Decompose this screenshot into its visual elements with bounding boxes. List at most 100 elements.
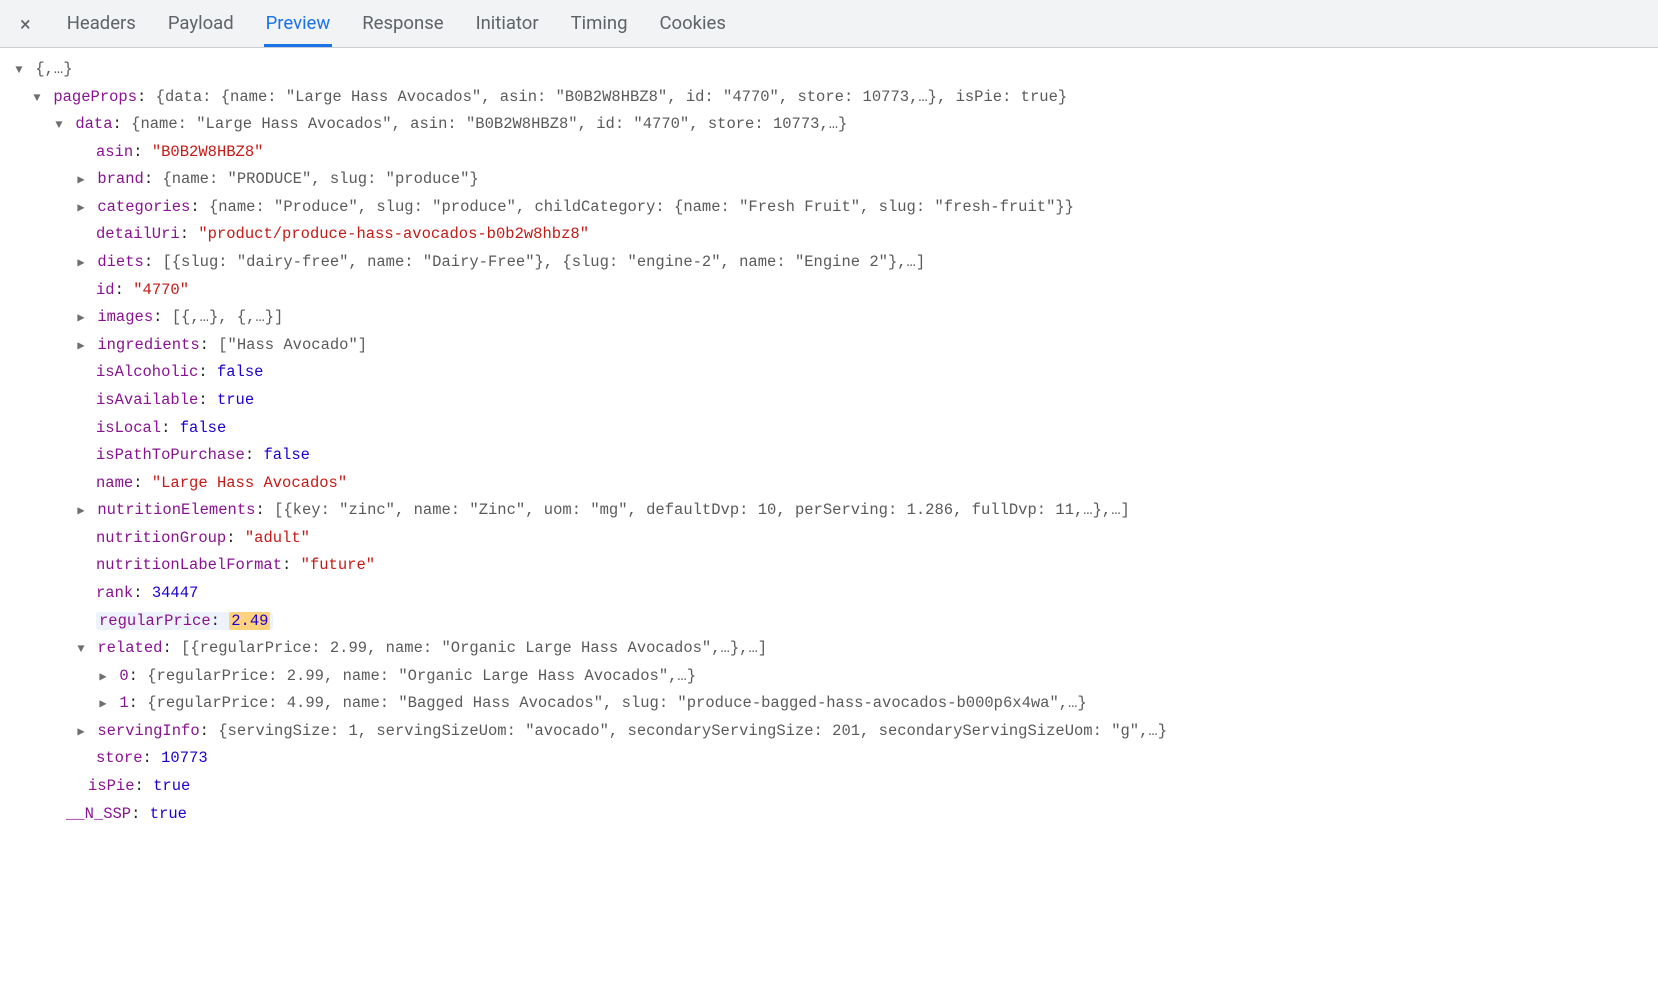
json-value: 10773 [161,749,208,767]
json-key: 0 [119,667,128,685]
tab-preview[interactable]: Preview [264,6,333,47]
tree-row[interactable]: 0: {regularPrice: 2.99, name: "Organic L… [12,663,1646,691]
json-preview: {name: "PRODUCE", slug: "produce"} [162,170,478,188]
json-value: "adult" [245,529,310,547]
json-key: nutritionGroup [96,529,226,547]
json-key: detailUri [96,225,180,243]
tree-row[interactable]: servingInfo: {servingSize: 1, servingSiz… [12,718,1646,746]
tree-row[interactable]: images: [{,…}, {,…}] [12,304,1646,332]
json-key: rank [96,584,133,602]
json-key: isAvailable [96,391,198,409]
json-key: ingredients [97,336,199,354]
close-icon[interactable]: × [14,8,37,46]
disclosure-triangle-icon[interactable] [74,722,88,743]
tree-row[interactable]: rank: 34447 [12,580,1646,608]
json-value-highlighted: 2.49 [229,612,270,630]
disclosure-triangle-icon[interactable] [74,308,88,329]
tree-row[interactable]: 1: {regularPrice: 4.99, name: "Bagged Ha… [12,690,1646,718]
tree-row[interactable]: id: "4770" [12,277,1646,305]
json-key: diets [97,253,144,271]
tree-row[interactable]: nutritionElements: [{key: "zinc", name: … [12,497,1646,525]
tree-row[interactable]: brand: {name: "PRODUCE", slug: "produce"… [12,166,1646,194]
tree-row[interactable]: name: "Large Hass Avocados" [12,470,1646,498]
json-key: isPie [88,777,135,795]
tree-row[interactable]: isLocal: false [12,415,1646,443]
json-key: pageProps [53,88,137,106]
tab-headers[interactable]: Headers [65,6,138,47]
tree-row[interactable]: isPie: true [12,773,1646,801]
json-key: data [75,115,112,133]
tree-row[interactable]: categories: {name: "Produce", slug: "pro… [12,194,1646,222]
json-value: "future" [301,556,375,574]
tree-row[interactable]: nutritionGroup: "adult" [12,525,1646,553]
json-preview: {name: "Produce", slug: "produce", child… [209,198,1074,216]
tree-row[interactable]: isAvailable: true [12,387,1646,415]
json-key: asin [96,143,133,161]
disclosure-triangle-icon[interactable] [52,115,66,136]
json-key: 1 [119,694,128,712]
json-preview: [{regularPrice: 2.99, name: "Organic Lar… [181,639,767,657]
json-preview: {data: {name: "Large Hass Avocados", asi… [156,88,1068,106]
json-key: id [96,281,115,299]
tab-payload[interactable]: Payload [166,6,236,47]
json-tree: {,…} pageProps: {data: {name: "Large Has… [0,48,1658,848]
tab-cookies[interactable]: Cookies [658,6,728,47]
tree-row[interactable]: isPathToPurchase: false [12,442,1646,470]
json-preview: {regularPrice: 2.99, name: "Organic Larg… [147,667,696,685]
json-key: images [97,308,153,326]
json-key: nutritionLabelFormat [96,556,282,574]
tab-timing[interactable]: Timing [569,6,630,47]
json-value: "4770" [133,281,189,299]
tree-row[interactable]: pageProps: {data: {name: "Large Hass Avo… [12,84,1646,112]
json-value: false [180,419,227,437]
json-key: isAlcoholic [96,363,198,381]
disclosure-triangle-icon[interactable] [74,336,88,357]
tree-row[interactable]: ingredients: ["Hass Avocado"] [12,332,1646,360]
json-value: "product/produce-hass-avocados-b0b2w8hbz… [198,225,589,243]
json-preview: {regularPrice: 4.99, name: "Bagged Hass … [147,694,1086,712]
disclosure-triangle-icon[interactable] [74,253,88,274]
json-key: __N_SSP [66,805,131,823]
tab-initiator[interactable]: Initiator [474,6,541,47]
json-key: isLocal [96,419,161,437]
json-value: true [217,391,254,409]
tree-row[interactable]: nutritionLabelFormat: "future" [12,552,1646,580]
devtools-tabbar: × Headers Payload Preview Response Initi… [0,0,1658,48]
tree-row[interactable]: asin: "B0B2W8HBZ8" [12,139,1646,167]
json-value: false [217,363,264,381]
tree-row[interactable]: {,…} [12,56,1646,84]
tab-response[interactable]: Response [360,6,445,47]
tree-row[interactable]: regularPrice: 2.49 [12,608,1646,636]
json-preview: {servingSize: 1, servingSizeUom: "avocad… [218,722,1167,740]
json-preview: [{key: "zinc", name: "Zinc", uom: "mg", … [274,501,1130,519]
tree-row[interactable]: isAlcoholic: false [12,359,1646,387]
json-value: true [150,805,187,823]
disclosure-triangle-icon[interactable] [96,694,110,715]
json-key: servingInfo [97,722,199,740]
json-preview: {name: "Large Hass Avocados", asin: "B0B… [131,115,847,133]
tree-row[interactable]: __N_SSP: true [12,801,1646,829]
json-preview: [{slug: "dairy-free", name: "Dairy-Free"… [162,253,925,271]
disclosure-triangle-icon[interactable] [74,639,88,660]
json-key: related [97,639,162,657]
root-summary: {,…} [35,60,72,78]
json-key: isPathToPurchase [96,446,245,464]
disclosure-triangle-icon[interactable] [74,198,88,219]
tree-row[interactable]: data: {name: "Large Hass Avocados", asin… [12,111,1646,139]
tree-row[interactable]: diets: [{slug: "dairy-free", name: "Dair… [12,249,1646,277]
tree-row[interactable]: detailUri: "product/produce-hass-avocado… [12,221,1646,249]
json-value: "B0B2W8HBZ8" [152,143,264,161]
json-value: "Large Hass Avocados" [152,474,347,492]
json-key: regularPrice [99,612,211,630]
disclosure-triangle-icon[interactable] [30,88,44,109]
disclosure-triangle-icon[interactable] [12,60,26,81]
disclosure-triangle-icon[interactable] [96,667,110,688]
tree-row[interactable]: related: [{regularPrice: 2.99, name: "Or… [12,635,1646,663]
json-key: brand [97,170,144,188]
json-value: 34447 [152,584,199,602]
disclosure-triangle-icon[interactable] [74,501,88,522]
disclosure-triangle-icon[interactable] [74,170,88,191]
tree-row[interactable]: store: 10773 [12,745,1646,773]
json-key: nutritionElements [97,501,255,519]
json-value: true [153,777,190,795]
